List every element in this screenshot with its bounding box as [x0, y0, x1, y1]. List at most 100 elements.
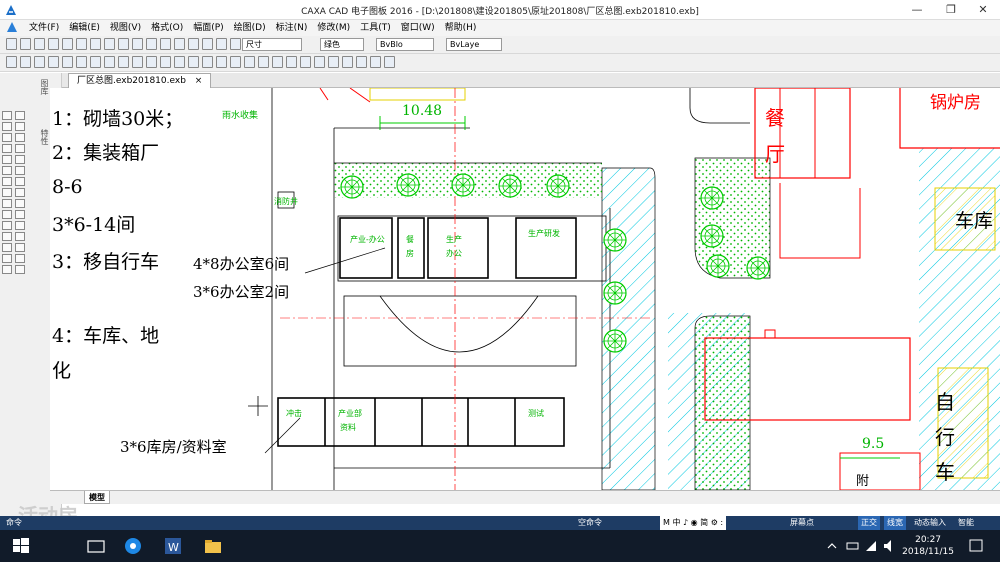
- array-icon[interactable]: [15, 166, 25, 175]
- rotate-icon[interactable]: [15, 133, 25, 142]
- arc-tool-icon[interactable]: [34, 56, 45, 68]
- point-icon[interactable]: [2, 166, 12, 175]
- menu-tools[interactable]: 工具(T): [355, 20, 396, 36]
- linetype-select[interactable]: BvBlo: [376, 38, 434, 51]
- menu-help[interactable]: 帮助(H): [440, 20, 482, 36]
- close-button[interactable]: ✕: [966, 0, 1000, 20]
- maximize-button[interactable]: ❐: [934, 0, 968, 20]
- text-tool-icon[interactable]: [90, 56, 101, 68]
- hatch-tool-icon[interactable]: [76, 56, 87, 68]
- fillet-icon[interactable]: [15, 210, 25, 219]
- spline-icon[interactable]: [2, 155, 12, 164]
- move-icon[interactable]: [15, 122, 25, 131]
- library-tab[interactable]: 图库: [38, 79, 50, 95]
- zoom-all-icon[interactable]: [328, 56, 339, 68]
- tray-expand-icon[interactable]: [826, 535, 838, 557]
- chamfer-icon[interactable]: [15, 221, 25, 230]
- line-icon[interactable]: [2, 111, 12, 120]
- rect-tool-icon[interactable]: [48, 56, 59, 68]
- app-menu-icon[interactable]: [6, 21, 19, 34]
- measure-icon[interactable]: [370, 56, 381, 68]
- windows-start-icon[interactable]: [10, 535, 32, 557]
- ortho-toggle[interactable]: 正交: [858, 516, 880, 530]
- model-tab[interactable]: 模型: [84, 491, 110, 504]
- extend-tool-icon[interactable]: [146, 56, 157, 68]
- menu-window[interactable]: 窗口(W): [396, 20, 440, 36]
- zoom-in-icon[interactable]: [286, 56, 297, 68]
- dynamic-input-toggle[interactable]: 动态输入: [914, 516, 946, 530]
- linewidth-select[interactable]: BvLaye: [446, 38, 502, 51]
- screen-point-toggle[interactable]: 屏幕点: [790, 516, 814, 530]
- polyline-icon[interactable]: [15, 111, 25, 120]
- menu-edit[interactable]: 编辑(E): [64, 20, 105, 36]
- smart-snap-toggle[interactable]: 智能: [958, 516, 974, 530]
- color-select[interactable]: 绿色: [320, 38, 364, 51]
- snap-icon[interactable]: [384, 56, 395, 68]
- stretch-icon[interactable]: [15, 232, 25, 241]
- zoom-window-icon[interactable]: [314, 56, 325, 68]
- save-as-icon[interactable]: [48, 38, 59, 50]
- properties-icon[interactable]: [146, 38, 157, 50]
- save-icon[interactable]: [34, 38, 45, 50]
- linewidth-toggle[interactable]: 线宽: [884, 516, 906, 530]
- file-explorer-icon[interactable]: [202, 535, 224, 557]
- trim-tool-icon[interactable]: [132, 56, 143, 68]
- color-icon[interactable]: [202, 38, 213, 50]
- text-style-icon[interactable]: [216, 38, 227, 50]
- battery-icon[interactable]: [846, 535, 860, 557]
- explode-icon[interactable]: [15, 243, 25, 252]
- polygon-tool-icon[interactable]: [62, 56, 73, 68]
- caxa-taskbar-icon[interactable]: [122, 535, 144, 557]
- array-tool-icon[interactable]: [216, 56, 227, 68]
- erase-icon[interactable]: [15, 254, 25, 263]
- menu-dimension[interactable]: 标注(N): [271, 20, 313, 36]
- open-file-icon[interactable]: [20, 38, 31, 50]
- menu-format[interactable]: 格式(O): [146, 20, 188, 36]
- layer-select[interactable]: 尺寸: [242, 38, 302, 51]
- undo-icon[interactable]: [118, 38, 129, 50]
- network-icon[interactable]: [864, 535, 878, 557]
- match-icon[interactable]: [160, 38, 171, 50]
- word-taskbar-icon[interactable]: W: [162, 535, 184, 557]
- hatch-icon[interactable]: [2, 232, 12, 241]
- line-style-icon[interactable]: [188, 38, 199, 50]
- block-icon[interactable]: [2, 254, 12, 263]
- layer-manager-icon[interactable]: [174, 38, 185, 50]
- scale-icon[interactable]: [15, 155, 25, 164]
- pencil-icon[interactable]: [2, 122, 12, 131]
- fillet-tool-icon[interactable]: [244, 56, 255, 68]
- line-tool-icon[interactable]: [6, 56, 17, 68]
- move-tool-icon[interactable]: [160, 56, 171, 68]
- zoom-out-icon[interactable]: [300, 56, 311, 68]
- mirror-icon[interactable]: [15, 144, 25, 153]
- document-tab-close[interactable]: ×: [195, 76, 203, 86]
- circle-icon[interactable]: [2, 133, 12, 142]
- chamfer-tool-icon[interactable]: [258, 56, 269, 68]
- mirror-tool-icon[interactable]: [188, 56, 199, 68]
- menu-sheet[interactable]: 幅面(P): [188, 20, 228, 36]
- block-tool-icon[interactable]: [118, 56, 129, 68]
- menu-modify[interactable]: 修改(M): [312, 20, 355, 36]
- ime-toolbar[interactable]: M 中 ♪ ◉ 简 ⚙ :: [660, 516, 727, 530]
- extend-icon[interactable]: [15, 188, 25, 197]
- arc-icon[interactable]: [2, 144, 12, 153]
- document-tab[interactable]: 厂区总图.exb201810.exb ×: [68, 73, 212, 88]
- cut-icon[interactable]: [76, 38, 87, 50]
- paste-icon[interactable]: [104, 38, 115, 50]
- polygon-icon[interactable]: [2, 199, 12, 208]
- table-icon[interactable]: [2, 243, 12, 252]
- minimize-button[interactable]: —: [900, 0, 934, 20]
- print-icon[interactable]: [62, 38, 73, 50]
- properties-tab[interactable]: 特性: [38, 129, 50, 145]
- pan-icon[interactable]: [342, 56, 353, 68]
- offset-tool-icon[interactable]: [230, 56, 241, 68]
- redraw-icon[interactable]: [356, 56, 367, 68]
- break-icon[interactable]: [15, 199, 25, 208]
- menu-view[interactable]: 视图(V): [105, 20, 146, 36]
- offset-icon[interactable]: [15, 265, 25, 274]
- menu-file[interactable]: 文件(F): [24, 20, 64, 36]
- rectangle-icon[interactable]: [2, 188, 12, 197]
- new-file-icon[interactable]: [6, 38, 17, 50]
- circle-tool-icon[interactable]: [20, 56, 31, 68]
- scale-tool-icon[interactable]: [202, 56, 213, 68]
